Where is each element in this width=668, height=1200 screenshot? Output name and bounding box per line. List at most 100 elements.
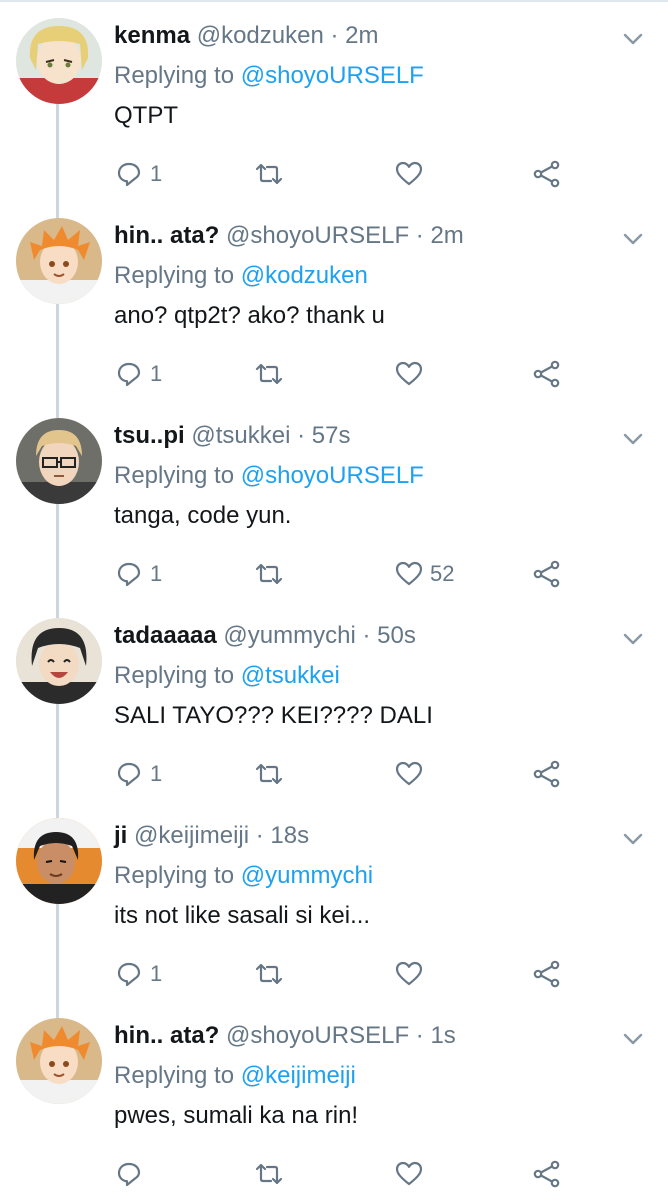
timestamp[interactable]: 50s xyxy=(377,622,416,649)
like-button[interactable] xyxy=(394,756,430,792)
retweet-button[interactable] xyxy=(254,956,290,992)
reply-button[interactable] xyxy=(114,1156,150,1192)
share-button[interactable] xyxy=(532,556,562,592)
like-button[interactable] xyxy=(394,156,430,192)
avatar[interactable] xyxy=(16,18,102,104)
display-name[interactable]: tadaaaaa xyxy=(114,622,217,649)
reply-count: 1 xyxy=(150,561,163,586)
tweet-item[interactable]: ji @keijimeiji · 18s Replying to @yummyc… xyxy=(0,800,668,1000)
avatar[interactable] xyxy=(16,218,102,304)
tweet-text: SALI TAYO??? KEI???? DALI xyxy=(114,702,433,729)
username[interactable]: @kodzuken xyxy=(197,22,324,49)
tweet-item[interactable]: kenma @kodzuken · 2m Replying to @shoyoU… xyxy=(0,0,668,200)
chevron-down-icon[interactable] xyxy=(620,626,646,652)
reply-mention-link[interactable]: @tsukkei xyxy=(241,662,340,689)
timestamp[interactable]: 18s xyxy=(270,822,309,849)
retweet-button[interactable] xyxy=(254,756,290,792)
tweet-actions: 1 xyxy=(114,156,654,192)
chevron-down-icon[interactable] xyxy=(620,426,646,452)
reply-mention-link[interactable]: @keijimeiji xyxy=(241,1062,356,1089)
share-icon xyxy=(533,760,560,788)
chevron-down-icon[interactable] xyxy=(620,226,646,252)
reply-button[interactable]: 1 xyxy=(114,556,162,592)
chevron-down-icon[interactable] xyxy=(620,826,646,852)
display-name[interactable]: hin.. ata? xyxy=(114,222,219,249)
reply-count: 1 xyxy=(150,761,163,786)
like-button[interactable] xyxy=(394,1156,430,1192)
share-button[interactable] xyxy=(532,756,562,792)
reply-button[interactable]: 1 xyxy=(114,956,162,992)
reply-mention-link[interactable]: @shoyoURSELF xyxy=(241,62,424,89)
share-button[interactable] xyxy=(532,1156,562,1192)
retweet-button[interactable] xyxy=(254,156,290,192)
retweet-icon xyxy=(255,1163,283,1185)
tweet-text: its not like sasali si kei... xyxy=(114,902,371,929)
avatar[interactable] xyxy=(16,1018,102,1104)
separator-dot: · xyxy=(415,222,424,249)
replying-to-line: Replying to @shoyoURSELF xyxy=(114,460,424,492)
username[interactable]: @shoyoURSELF xyxy=(226,1022,409,1049)
timestamp[interactable]: 1s xyxy=(430,1022,455,1049)
timestamp[interactable]: 2m xyxy=(430,222,463,249)
retweet-button[interactable] xyxy=(254,1156,290,1192)
share-icon xyxy=(533,160,560,188)
reply-button[interactable]: 1 xyxy=(114,756,162,792)
username[interactable]: @tsukkei xyxy=(191,422,290,449)
tweet-item[interactable]: tadaaaaa @yummychi · 50s Replying to @ts… xyxy=(0,600,668,800)
replying-to-label: Replying to xyxy=(114,862,235,889)
share-button[interactable] xyxy=(532,956,562,992)
tweet-item[interactable]: tsu..pi @tsukkei · 57s Replying to @shoy… xyxy=(0,400,668,600)
avatar[interactable] xyxy=(16,618,102,704)
reply-icon xyxy=(117,162,141,187)
like-button[interactable] xyxy=(394,956,430,992)
timestamp[interactable]: 2m xyxy=(345,22,378,49)
tweet-header: tsu..pi @tsukkei · 57s xyxy=(114,420,350,452)
tweet-item[interactable]: hin.. ata? @shoyoURSELF · 2m Replying to… xyxy=(0,200,668,400)
reply-mention-link[interactable]: @yummychi xyxy=(241,862,373,889)
display-name[interactable]: kenma xyxy=(114,22,190,49)
like-button[interactable] xyxy=(394,356,430,392)
reply-button[interactable]: 1 xyxy=(114,356,162,392)
tweet-actions: 1 xyxy=(114,756,654,792)
heart-icon xyxy=(395,1161,423,1186)
reply-mention-link[interactable]: @kodzuken xyxy=(241,262,368,289)
retweet-button[interactable] xyxy=(254,556,290,592)
display-name[interactable]: ji xyxy=(114,822,127,849)
reply-icon xyxy=(117,1162,141,1187)
retweet-icon xyxy=(255,763,283,785)
kenma-avatar-image xyxy=(16,18,102,104)
retweet-button[interactable] xyxy=(254,356,290,392)
replying-to-line: Replying to @keijimeiji xyxy=(114,1060,356,1092)
username[interactable]: @shoyoURSELF xyxy=(226,222,409,249)
username[interactable]: @yummychi xyxy=(223,622,355,649)
chevron-down-icon[interactable] xyxy=(620,26,646,52)
like-button[interactable]: 52 xyxy=(394,556,454,592)
reply-button[interactable]: 1 xyxy=(114,156,162,192)
separator-dot: · xyxy=(255,822,264,849)
akaashi-avatar-image xyxy=(16,818,102,904)
avatar[interactable] xyxy=(16,418,102,504)
share-button[interactable] xyxy=(532,156,562,192)
tweet-text: tanga, code yun. xyxy=(114,502,292,529)
display-name[interactable]: tsu..pi xyxy=(114,422,185,449)
share-button[interactable] xyxy=(532,356,562,392)
replying-to-label: Replying to xyxy=(114,262,235,289)
heart-icon xyxy=(395,761,423,786)
heart-icon xyxy=(395,961,423,986)
tweet-actions: 1 xyxy=(114,356,654,392)
avatar[interactable] xyxy=(16,818,102,904)
replying-to-label: Replying to xyxy=(114,1062,235,1089)
hinata-avatar-image xyxy=(16,218,102,304)
replying-to-label: Replying to xyxy=(114,462,235,489)
reply-icon xyxy=(117,362,141,387)
reply-mention-link[interactable]: @shoyoURSELF xyxy=(241,462,424,489)
display-name[interactable]: hin.. ata? xyxy=(114,1022,219,1049)
tweet-actions: 1 xyxy=(114,956,654,992)
replying-to-line: Replying to @yummychi xyxy=(114,860,373,892)
username[interactable]: @keijimeiji xyxy=(134,822,249,849)
tweet-header: tadaaaaa @yummychi · 50s xyxy=(114,620,416,652)
timestamp[interactable]: 57s xyxy=(312,422,351,449)
hinata-avatar-image xyxy=(16,1018,102,1104)
tweet-item[interactable]: hin.. ata? @shoyoURSELF · 1s Replying to… xyxy=(0,1000,668,1200)
chevron-down-icon[interactable] xyxy=(620,1026,646,1052)
